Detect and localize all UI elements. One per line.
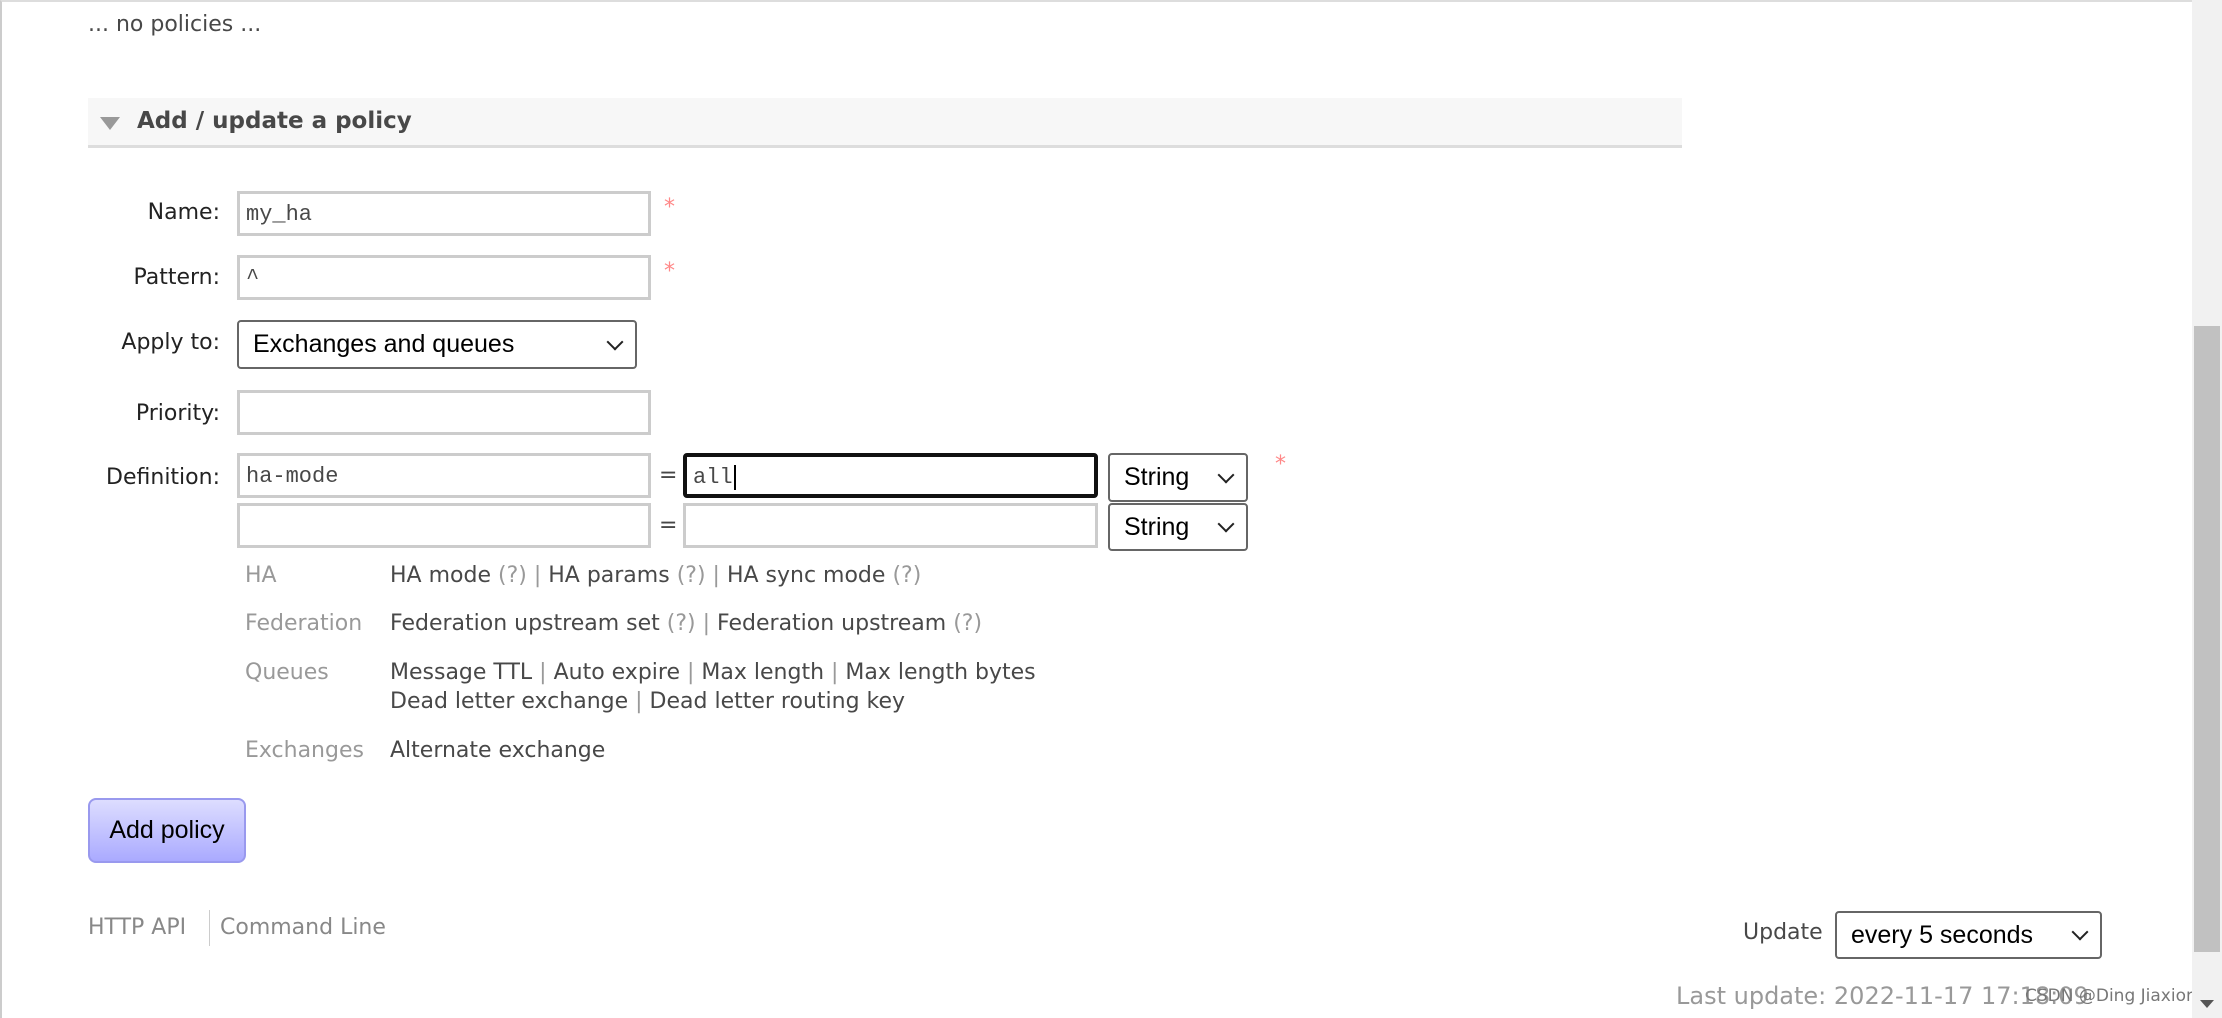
section-title: Add / update a policy bbox=[137, 108, 412, 134]
help-link[interactable]: Dead letter routing key bbox=[650, 689, 906, 714]
help-link[interactable]: HA mode bbox=[390, 563, 491, 588]
type-value: String bbox=[1124, 512, 1190, 541]
definition-value-text: all bbox=[693, 465, 733, 490]
help-category: Queues bbox=[245, 660, 329, 685]
help-category: Exchanges bbox=[245, 738, 364, 763]
separator: | bbox=[628, 689, 650, 714]
help-link[interactable]: HA params bbox=[548, 563, 669, 588]
apply-to-value: Exchanges and queues bbox=[253, 330, 515, 358]
definition-value-input[interactable]: all​ bbox=[683, 453, 1098, 498]
chevron-down-icon bbox=[2071, 923, 2089, 941]
priority-label: Priority: bbox=[135, 401, 220, 426]
help-category: Federation bbox=[245, 611, 363, 636]
section-header-toggle[interactable]: Add / update a policy bbox=[88, 98, 1682, 148]
definition-type-select[interactable]: String bbox=[1108, 453, 1248, 502]
help-question-link[interactable]: (?) bbox=[667, 611, 696, 636]
definition-type-select-2[interactable]: String bbox=[1108, 503, 1248, 551]
no-policies-text: ... no policies ... bbox=[88, 12, 262, 37]
update-interval-value: every 5 seconds bbox=[1851, 920, 2034, 949]
definition-value-input-2[interactable] bbox=[683, 503, 1098, 548]
equals-sign: = bbox=[659, 513, 678, 538]
update-interval-select[interactable]: every 5 seconds bbox=[1835, 911, 2102, 959]
collapse-triangle-icon bbox=[100, 117, 120, 130]
separator: | bbox=[824, 660, 846, 685]
help-question-link[interactable]: (?) bbox=[953, 611, 982, 636]
apply-to-label: Apply to: bbox=[121, 330, 220, 355]
help-line: Federation upstream set (?) | Federation … bbox=[390, 611, 982, 636]
help-link[interactable]: Alternate exchange bbox=[390, 738, 605, 763]
chevron-down-icon bbox=[1217, 515, 1235, 533]
apply-to-select[interactable]: Exchanges and queues bbox=[237, 320, 637, 369]
pattern-input[interactable]: ^ bbox=[237, 255, 651, 300]
scrollbar-thumb[interactable] bbox=[2194, 326, 2220, 952]
separator: | bbox=[705, 563, 727, 588]
chevron-down-icon bbox=[606, 333, 624, 350]
separator: | bbox=[526, 563, 549, 588]
separator: | bbox=[680, 660, 702, 685]
required-mark: * bbox=[1275, 452, 1286, 477]
text-cursor: ​ bbox=[733, 465, 736, 490]
equals-sign: = bbox=[659, 463, 678, 488]
name-label: Name: bbox=[147, 200, 220, 225]
update-label: Update bbox=[1743, 920, 1823, 945]
help-link[interactable]: Auto expire bbox=[554, 660, 680, 685]
command-line-link[interactable]: Command Line bbox=[220, 915, 386, 940]
scroll-down-arrow-icon[interactable] bbox=[2200, 1000, 2214, 1008]
footer-divider bbox=[209, 910, 210, 946]
help-link[interactable]: Federation upstream bbox=[717, 611, 946, 636]
separator: | bbox=[695, 611, 718, 636]
help-link[interactable]: Max length bytes bbox=[845, 660, 1035, 685]
help-question-link[interactable]: (?) bbox=[677, 563, 706, 588]
help-link[interactable]: Federation upstream set bbox=[390, 611, 660, 636]
definition-label: Definition: bbox=[106, 465, 220, 490]
help-link[interactable]: Dead letter exchange bbox=[390, 689, 628, 714]
required-mark: * bbox=[664, 195, 675, 220]
help-category: HA bbox=[245, 563, 277, 588]
help-link[interactable]: HA sync mode bbox=[727, 563, 886, 588]
name-input[interactable]: my_ha bbox=[237, 191, 651, 236]
required-mark: * bbox=[664, 259, 675, 284]
help-question-link[interactable]: (?) bbox=[892, 563, 921, 588]
definition-key-input-2[interactable] bbox=[237, 503, 651, 548]
help-line: Dead letter exchange | Dead letter routi… bbox=[390, 689, 905, 714]
definition-key-input[interactable]: ha-mode bbox=[237, 453, 651, 498]
help-line: Message TTL | Auto expire | Max length |… bbox=[390, 660, 1036, 685]
help-question-link[interactable]: (?) bbox=[498, 563, 527, 588]
help-link[interactable]: Max length bbox=[701, 660, 824, 685]
help-link[interactable]: Message TTL bbox=[390, 660, 532, 685]
help-line: HA mode (?) | HA params (?) | HA sync mode… bbox=[390, 563, 921, 588]
pattern-label: Pattern: bbox=[133, 265, 220, 290]
watermark: CSDN @Ding Jiaxiong bbox=[2025, 986, 2208, 1006]
http-api-link[interactable]: HTTP API bbox=[88, 915, 186, 940]
help-line: Alternate exchange bbox=[390, 738, 605, 763]
separator: | bbox=[532, 660, 554, 685]
priority-input[interactable] bbox=[237, 390, 651, 435]
add-policy-button[interactable]: Add policy bbox=[88, 798, 246, 863]
type-value: String bbox=[1124, 463, 1190, 491]
chevron-down-icon bbox=[1217, 466, 1235, 483]
